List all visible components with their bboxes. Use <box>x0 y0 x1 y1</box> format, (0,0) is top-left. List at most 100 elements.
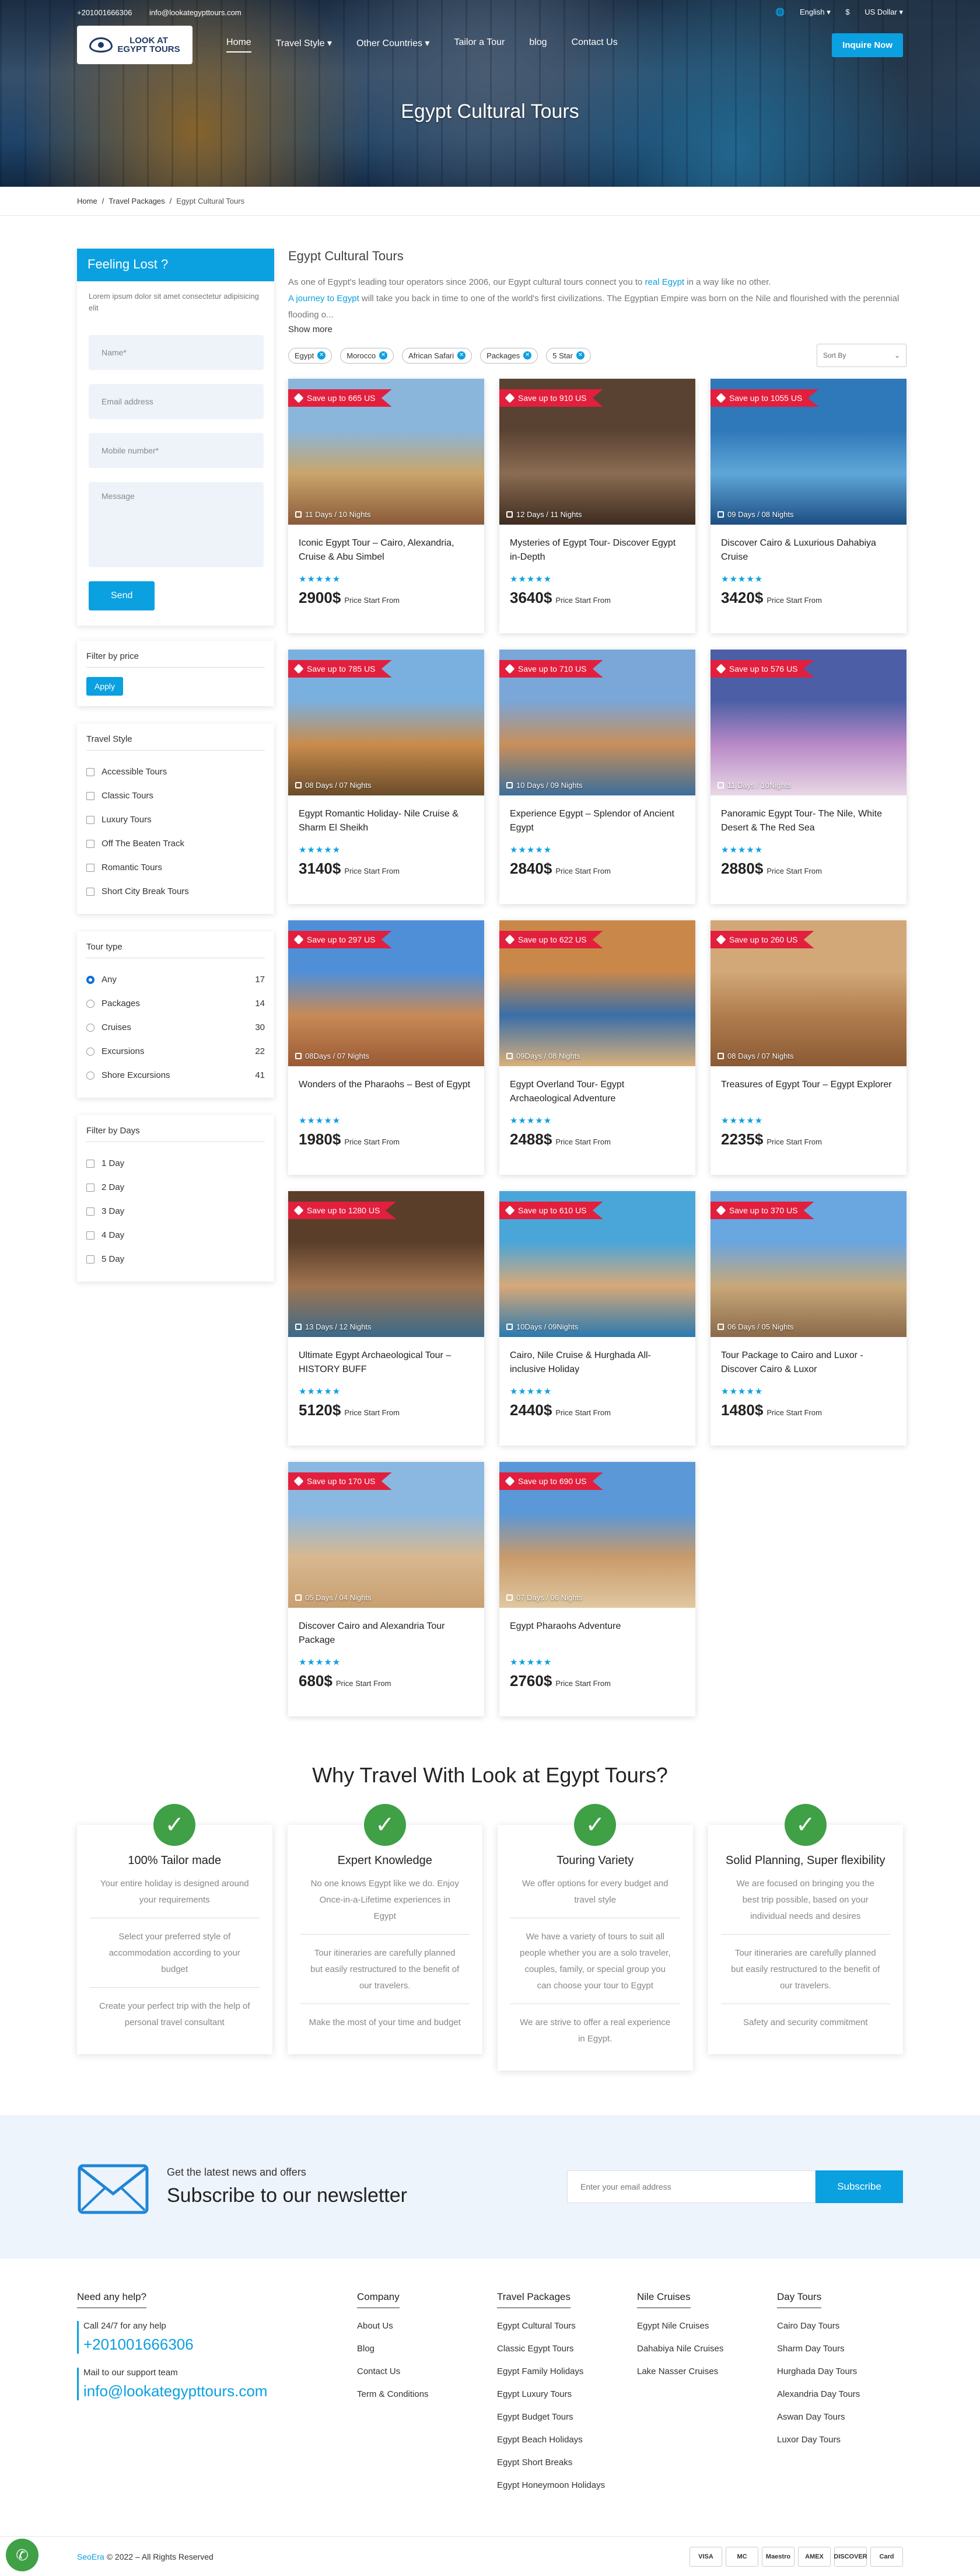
footer-link[interactable]: Cairo Day Tours <box>777 2321 903 2331</box>
tour-image[interactable]: Save up to 710 US 10 Days / 09 Nights <box>499 650 695 795</box>
nav-travel-style[interactable]: Travel Style ▾ <box>276 37 332 53</box>
tour-title[interactable]: Egypt Overland Tour- Egypt Archaeologica… <box>510 1078 685 1109</box>
tour-image[interactable]: Save up to 622 US 09Days / 08 Nights <box>499 920 695 1066</box>
nav-other-countries[interactable]: Other Countries ▾ <box>356 37 429 53</box>
filter-tag[interactable]: African Safari ✕ <box>402 347 473 364</box>
top-phone[interactable]: +201001666306 <box>77 8 132 17</box>
language-selector[interactable]: 🌐 English ▾ <box>775 8 831 16</box>
tour-title[interactable]: Discover Cairo and Alexandria Tour Packa… <box>299 1619 474 1651</box>
days-checkbox[interactable]: 2 Day <box>86 1175 265 1199</box>
footer-link[interactable]: Egypt Honeymoon Holidays <box>497 2480 637 2490</box>
tour-type-radio[interactable]: Shore Excursions 41 <box>86 1063 265 1087</box>
remove-icon[interactable]: ✕ <box>457 351 466 359</box>
site-logo[interactable]: LOOK AT EGYPT TOURS <box>77 26 192 64</box>
tour-card[interactable]: Save up to 1055 US 09 Days / 08 Nights D… <box>710 379 907 633</box>
nav-home[interactable]: Home <box>226 37 251 53</box>
nav-blog[interactable]: blog <box>529 37 547 53</box>
sort-select[interactable]: Sort By ⌄ <box>817 344 907 367</box>
tour-title[interactable]: Egypt Pharaohs Adventure <box>510 1619 685 1651</box>
message-field[interactable]: Message <box>89 482 264 567</box>
filter-tag[interactable]: 5 Star ✕ <box>546 347 591 364</box>
tour-image[interactable]: Save up to 170 US 05 Days / 04 Nights <box>288 1462 484 1608</box>
tour-title[interactable]: Wonders of the Pharaohs – Best of Egypt <box>299 1078 474 1109</box>
footer-link[interactable]: About Us <box>357 2321 497 2331</box>
tour-type-radio[interactable]: Excursions 22 <box>86 1039 265 1063</box>
tour-image[interactable]: Save up to 297 US 08Days / 07 Nights <box>288 920 484 1066</box>
tour-title[interactable]: Experience Egypt – Splendor of Ancient E… <box>510 807 685 839</box>
remove-icon[interactable]: ✕ <box>379 351 388 359</box>
real-egypt-link[interactable]: real Egypt <box>645 277 685 287</box>
style-checkbox[interactable]: Accessible Tours <box>86 760 265 784</box>
tour-card[interactable]: Save up to 260 US 08 Days / 07 Nights Tr… <box>710 920 907 1175</box>
tour-image[interactable]: Save up to 610 US 10Days / 09Nights <box>499 1191 695 1337</box>
footer-link[interactable]: Egypt Family Holidays <box>497 2366 637 2376</box>
tour-title[interactable]: Treasures of Egypt Tour – Egypt Explorer <box>721 1078 896 1109</box>
tour-image[interactable]: Save up to 1280 US 13 Days / 12 Nights <box>288 1191 484 1337</box>
footer-link[interactable]: Contact Us <box>357 2366 497 2376</box>
name-field[interactable]: Name* <box>89 335 264 370</box>
developer-link[interactable]: SeoEra <box>77 2552 104 2561</box>
footer-link[interactable]: Dahabiya Nile Cruises <box>637 2344 777 2354</box>
days-checkbox[interactable]: 5 Day <box>86 1247 265 1271</box>
tour-type-radio[interactable]: Packages 14 <box>86 992 265 1015</box>
footer-phone[interactable]: +201001666306 <box>83 2336 357 2354</box>
remove-icon[interactable]: ✕ <box>317 351 326 359</box>
footer-link[interactable]: Classic Egypt Tours <box>497 2344 637 2354</box>
tour-type-radio[interactable]: Cruises 30 <box>86 1015 265 1039</box>
tour-image[interactable]: Save up to 1055 US 09 Days / 08 Nights <box>710 379 907 525</box>
footer-link[interactable]: Egypt Cultural Tours <box>497 2321 637 2331</box>
tour-title[interactable]: Cairo, Nile Cruise & Hurghada All-inclus… <box>510 1349 685 1380</box>
footer-link[interactable]: Luxor Day Tours <box>777 2435 903 2445</box>
subscribe-button[interactable]: Subscribe <box>816 2170 903 2203</box>
footer-link[interactable]: Egypt Luxury Tours <box>497 2389 637 2399</box>
breadcrumb-packages[interactable]: Travel Packages <box>108 197 164 205</box>
days-checkbox[interactable]: 4 Day <box>86 1223 265 1247</box>
footer-email[interactable]: info@lookategypttours.com <box>83 2382 357 2400</box>
currency-selector[interactable]: $ US Dollar ▾ <box>845 8 903 16</box>
tour-type-radio[interactable]: Any 17 <box>86 968 265 992</box>
tour-title[interactable]: Tour Package to Cairo and Luxor - Discov… <box>721 1349 896 1380</box>
filter-tag[interactable]: Egypt ✕ <box>288 347 332 364</box>
tour-title[interactable]: Egypt Romantic Holiday- Nile Cruise & Sh… <box>299 807 474 839</box>
style-checkbox[interactable]: Off The Beaten Track <box>86 832 265 856</box>
tour-card[interactable]: Save up to 710 US 10 Days / 09 Nights Ex… <box>499 650 695 904</box>
footer-link[interactable]: Egypt Nile Cruises <box>637 2321 777 2331</box>
tour-title[interactable]: Panoramic Egypt Tour- The Nile, White De… <box>721 807 896 839</box>
send-button[interactable]: Send <box>89 581 155 610</box>
tour-card[interactable]: Save up to 170 US 05 Days / 04 Nights Di… <box>288 1462 484 1716</box>
tour-image[interactable]: Save up to 785 US 08 Days / 07 Nights <box>288 650 484 795</box>
footer-link[interactable]: Alexandria Day Tours <box>777 2389 903 2399</box>
tour-image[interactable]: Save up to 370 US 06 Days / 05 Nights <box>710 1191 907 1337</box>
footer-link[interactable]: Aswan Day Tours <box>777 2412 903 2422</box>
newsletter-email-input[interactable]: Enter your email address <box>567 2170 816 2203</box>
top-email[interactable]: info@lookategypttours.com <box>149 8 242 17</box>
footer-link[interactable]: Sharm Day Tours <box>777 2344 903 2354</box>
style-checkbox[interactable]: Luxury Tours <box>86 808 265 832</box>
nav-tailor-tour[interactable]: Tailor a Tour <box>454 37 505 53</box>
inquire-now-button[interactable]: Inquire Now <box>832 33 903 57</box>
tour-title[interactable]: Discover Cairo & Luxurious Dahabiya Crui… <box>721 536 896 568</box>
tour-image[interactable]: Save up to 260 US 08 Days / 07 Nights <box>710 920 907 1066</box>
filter-tag[interactable]: Morocco ✕ <box>340 347 394 364</box>
style-checkbox[interactable]: Short City Break Tours <box>86 879 265 903</box>
whatsapp-icon[interactable]: ✆ <box>6 2539 38 2571</box>
footer-link[interactable]: Egypt Budget Tours <box>497 2412 637 2422</box>
tour-image[interactable]: Save up to 576 US 11 Days / 10Nights <box>710 650 907 795</box>
nav-contact[interactable]: Contact Us <box>572 37 618 53</box>
breadcrumb-home[interactable]: Home <box>77 197 97 205</box>
tour-image[interactable]: Save up to 910 US 12 Days / 11 Nights <box>499 379 695 525</box>
email-field[interactable]: Email address <box>89 384 264 419</box>
days-checkbox[interactable]: 1 Day <box>86 1151 265 1175</box>
tour-card[interactable]: Save up to 690 US 07 Days / 06 Nights Eg… <box>499 1462 695 1716</box>
tour-card[interactable]: Save up to 1280 US 13 Days / 12 Nights U… <box>288 1191 484 1446</box>
tour-card[interactable]: Save up to 297 US 08Days / 07 Nights Won… <box>288 920 484 1175</box>
filter-tag[interactable]: Packages ✕ <box>480 347 538 364</box>
tour-card[interactable]: Save up to 622 US 09Days / 08 Nights Egy… <box>499 920 695 1175</box>
footer-link[interactable]: Blog <box>357 2344 497 2354</box>
footer-link[interactable]: Egypt Beach Holidays <box>497 2435 637 2445</box>
tour-image[interactable]: Save up to 665 US 11 Days / 10 Nights <box>288 379 484 525</box>
tour-card[interactable]: Save up to 370 US 06 Days / 05 Nights To… <box>710 1191 907 1446</box>
show-more-link[interactable]: Show more <box>288 324 907 334</box>
footer-link[interactable]: Hurghada Day Tours <box>777 2366 903 2376</box>
days-checkbox[interactable]: 3 Day <box>86 1199 265 1223</box>
